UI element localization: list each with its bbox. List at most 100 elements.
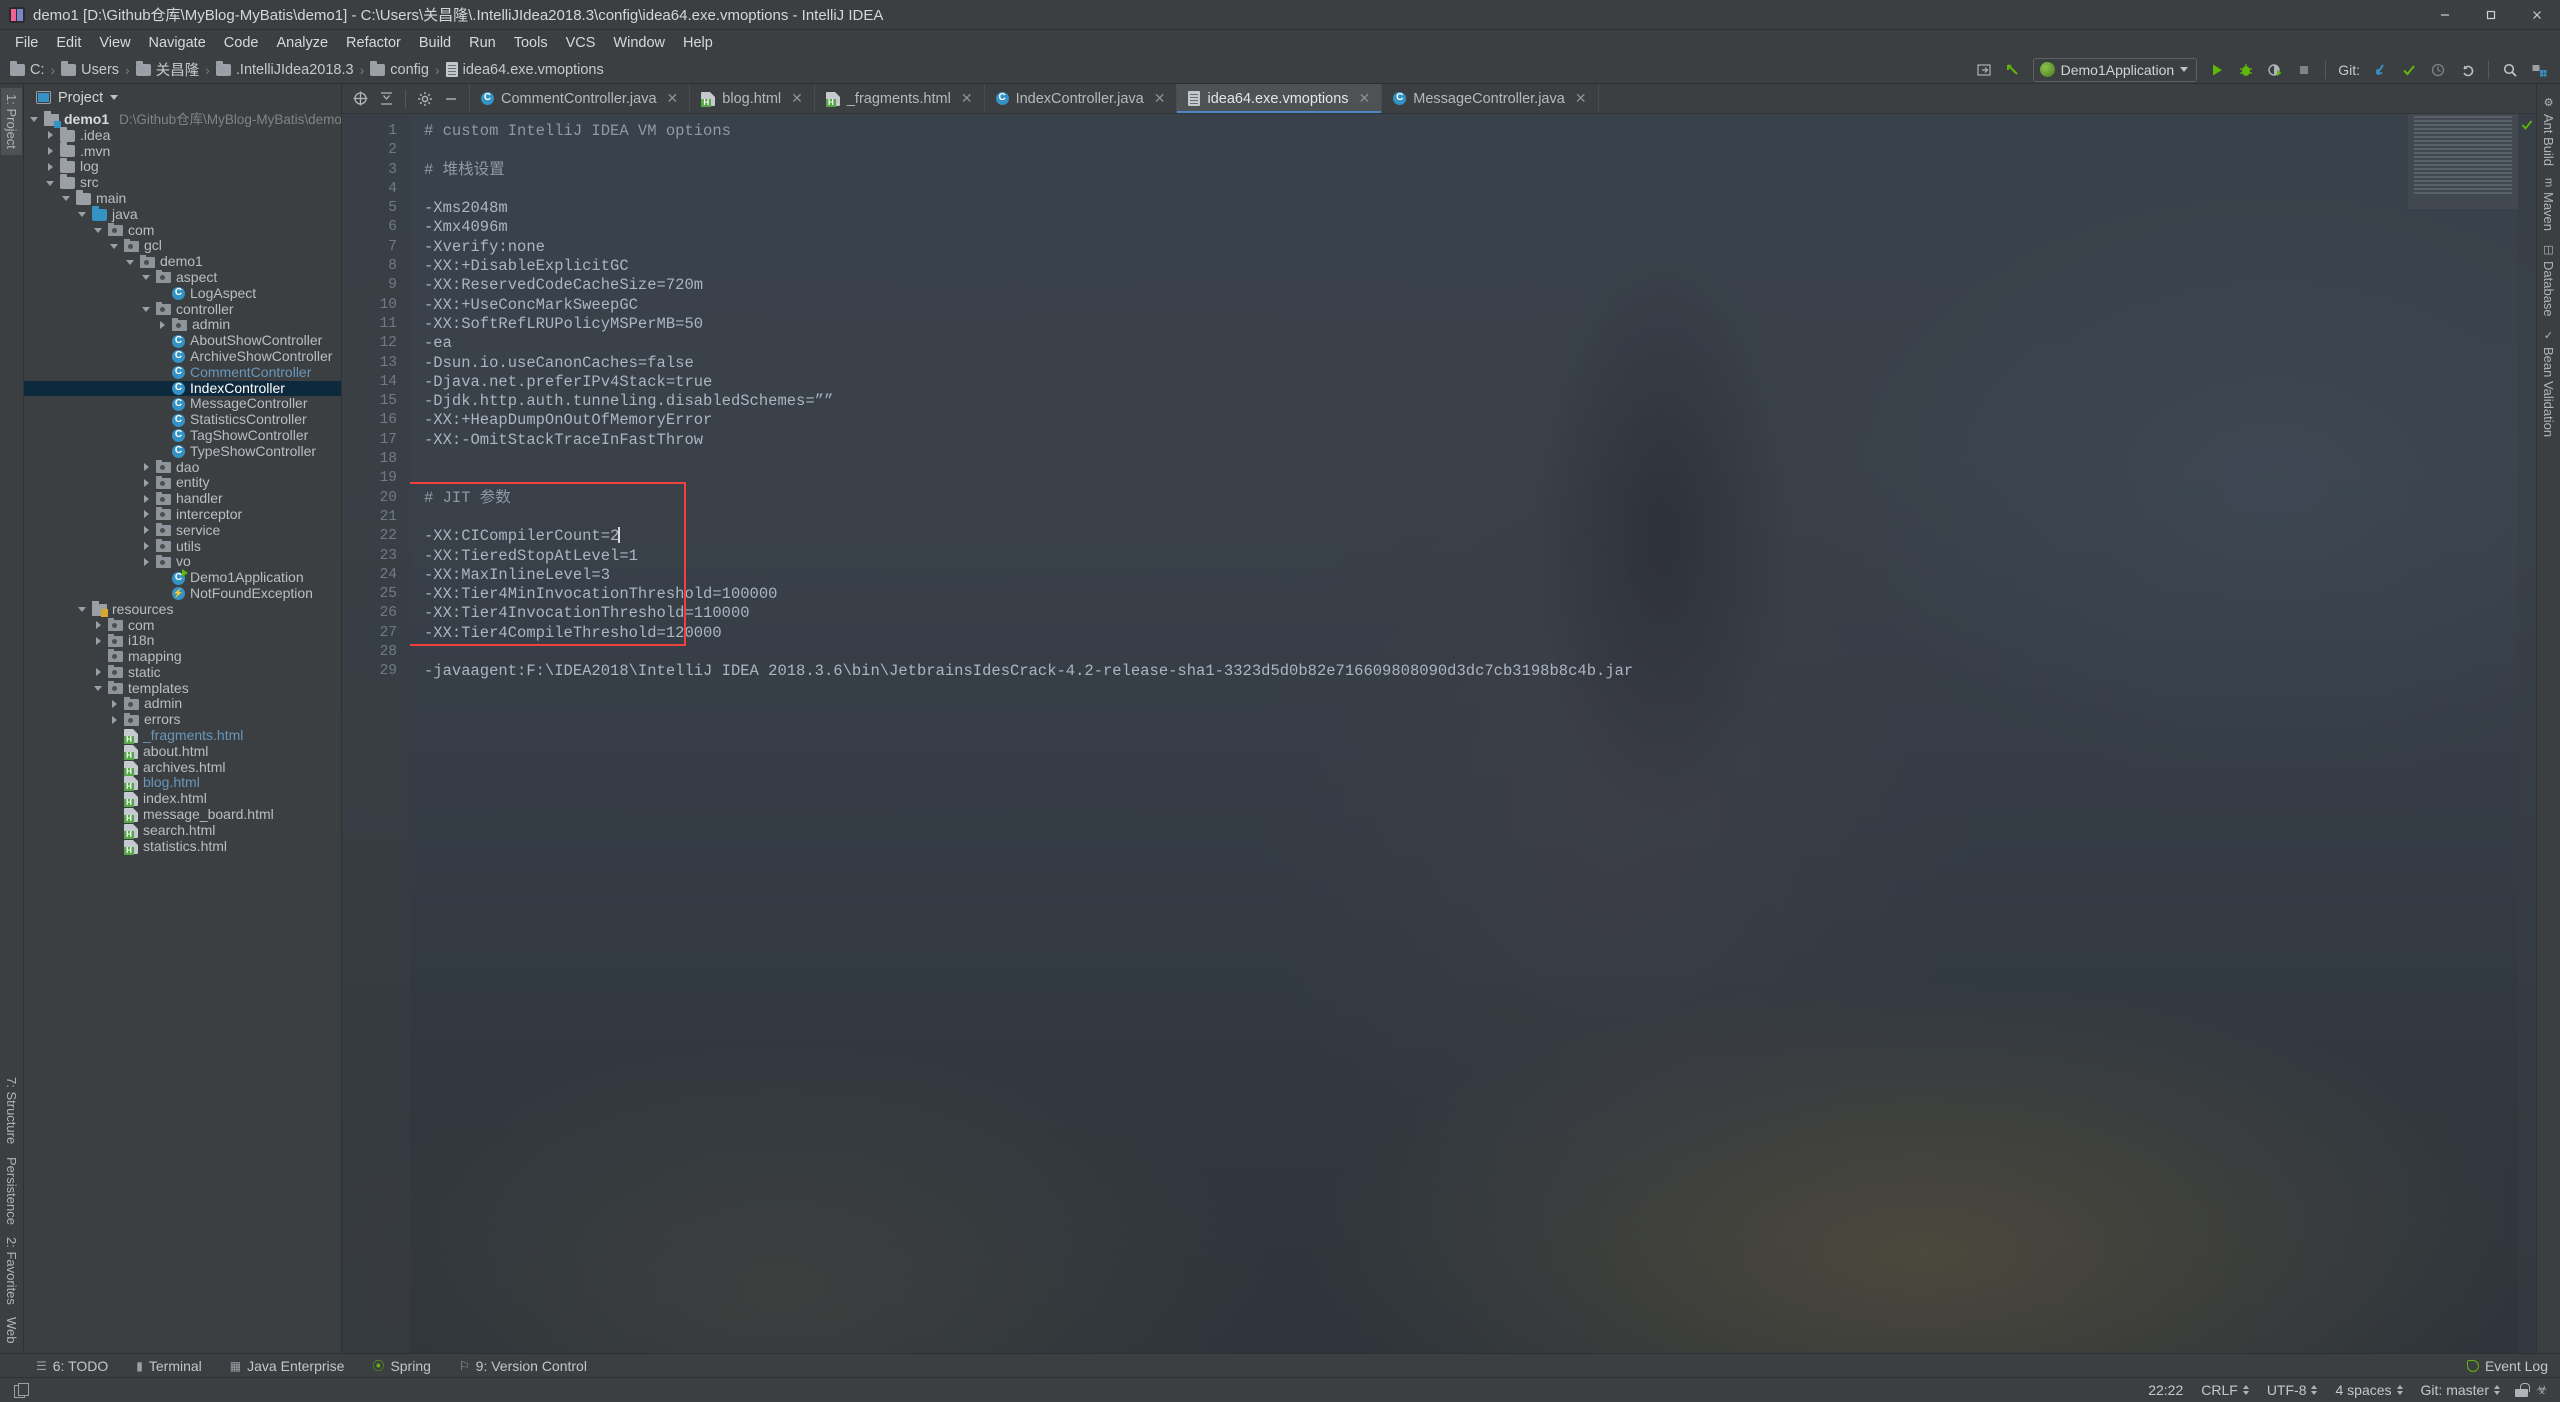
chevron-down-icon[interactable] bbox=[78, 210, 87, 219]
menu-navigate[interactable]: Navigate bbox=[140, 31, 215, 55]
close-button[interactable] bbox=[2514, 0, 2560, 30]
tree-row[interactable]: about.html bbox=[24, 743, 341, 760]
indent-selector[interactable]: 4 spaces bbox=[2326, 1382, 2411, 1398]
breadcrumb-item-vmoptions[interactable]: idea64.exe.vmoptions bbox=[442, 60, 608, 80]
maximize-button[interactable] bbox=[2468, 0, 2514, 30]
breadcrumb-item-config[interactable]: config bbox=[366, 60, 433, 80]
chevron-right-icon[interactable] bbox=[110, 699, 119, 709]
breadcrumb-item-c[interactable]: C: bbox=[6, 60, 49, 80]
tree-row[interactable]: templates bbox=[24, 680, 341, 697]
unlocked-icon[interactable] bbox=[2515, 1383, 2530, 1397]
tree-row[interactable]: ArchiveShowController bbox=[24, 348, 341, 365]
chevron-right-icon[interactable] bbox=[142, 494, 151, 504]
tree-row[interactable]: _fragments.html bbox=[24, 727, 341, 744]
breadcrumb-item-idea-config-root[interactable]: .IntelliJIdea2018.3 bbox=[212, 60, 358, 80]
git-update-project-button[interactable] bbox=[2367, 58, 2393, 82]
code-line[interactable]: # custom IntelliJ IDEA VM options bbox=[424, 122, 2518, 141]
tree-row[interactable]: .mvn bbox=[24, 142, 341, 160]
menu-tools[interactable]: Tools bbox=[505, 31, 557, 55]
chevron-right-icon[interactable] bbox=[142, 478, 151, 488]
code-line[interactable] bbox=[424, 508, 2518, 527]
code-line[interactable]: -Xmx4096m bbox=[424, 218, 2518, 237]
tool-window-spring[interactable]: ⦿ Spring bbox=[358, 1355, 444, 1376]
tree-row[interactable]: MessageController bbox=[24, 396, 341, 412]
editor-tab[interactable]: blog.html ✕ bbox=[690, 84, 815, 113]
tree-row[interactable]: blog.html bbox=[24, 775, 341, 792]
code-line[interactable]: -XX:TieredStopAtLevel=1 bbox=[424, 547, 2518, 566]
tree-row[interactable]: demo1 bbox=[24, 253, 341, 270]
tree-row[interactable]: archives.html bbox=[24, 759, 341, 776]
tree-row[interactable]: LogAspect bbox=[24, 285, 341, 302]
run-button[interactable] bbox=[2204, 58, 2230, 82]
code-line[interactable] bbox=[424, 469, 2518, 488]
close-icon[interactable]: ✕ bbox=[791, 90, 803, 107]
close-icon[interactable]: ✕ bbox=[667, 90, 679, 107]
inspector-icon[interactable]: ☣ bbox=[2536, 1383, 2550, 1397]
menu-vcs[interactable]: VCS bbox=[557, 31, 605, 55]
chevron-right-icon[interactable] bbox=[142, 541, 151, 551]
hide-panel-icon[interactable] bbox=[439, 88, 463, 110]
tree-row[interactable]: NotFoundException bbox=[24, 585, 341, 602]
tree-row[interactable]: CommentController bbox=[24, 364, 341, 381]
chevron-down-icon[interactable] bbox=[94, 226, 103, 235]
chevron-down-icon[interactable] bbox=[110, 95, 119, 100]
tree-row[interactable]: i18n bbox=[24, 632, 341, 649]
tree-row[interactable]: service bbox=[24, 522, 341, 539]
chevron-right-icon[interactable] bbox=[46, 162, 55, 172]
tree-row[interactable]: mapping bbox=[24, 648, 341, 665]
tree-row[interactable]: TagShowController bbox=[24, 427, 341, 444]
editor-tab[interactable]: IndexController.java ✕ bbox=[985, 84, 1178, 113]
code-line[interactable]: -XX:-OmitStackTraceInFastThrow bbox=[424, 431, 2518, 450]
chevron-right-icon[interactable] bbox=[94, 620, 103, 630]
tree-row[interactable]: handler bbox=[24, 490, 341, 507]
code-line[interactable]: -XX:SoftRefLRUPolicyMSPerMB=50 bbox=[424, 315, 2518, 334]
chevron-right-icon[interactable] bbox=[142, 462, 151, 472]
tree-row[interactable]: .idea bbox=[24, 126, 341, 144]
menu-window[interactable]: Window bbox=[604, 31, 674, 55]
tree-row[interactable]: StatisticsController bbox=[24, 411, 341, 428]
code-line[interactable]: -ea bbox=[424, 334, 2518, 353]
chevron-down-icon[interactable] bbox=[46, 179, 55, 188]
tool-window-terminal[interactable]: ▮ Terminal bbox=[122, 1356, 216, 1376]
chevron-down-icon[interactable] bbox=[62, 194, 71, 203]
tree-row[interactable]: index.html bbox=[24, 790, 341, 808]
tree-row[interactable]: admin bbox=[24, 317, 341, 333]
tool-window-persistence[interactable]: Persistence bbox=[1, 1151, 22, 1231]
code-line[interactable]: -XX:+UseConcMarkSweepGC bbox=[424, 296, 2518, 315]
code-line[interactable]: -Djdk.http.auth.tunneling.disabledScheme… bbox=[424, 392, 2518, 411]
close-icon[interactable]: ✕ bbox=[1575, 90, 1587, 107]
chevron-down-icon[interactable] bbox=[126, 258, 135, 267]
chevron-right-icon[interactable] bbox=[46, 131, 55, 140]
tree-row[interactable]: errors bbox=[24, 711, 341, 728]
tree-row[interactable]: gcl bbox=[24, 238, 341, 254]
run-configuration-selector[interactable]: Demo1Application bbox=[2032, 57, 2198, 82]
minimize-button[interactable] bbox=[2422, 0, 2468, 30]
git-branch-widget[interactable]: Git: master bbox=[2412, 1382, 2509, 1398]
code-line[interactable]: -javaagent:F:\IDEA2018\IntelliJ IDEA 201… bbox=[424, 662, 2518, 681]
code-line[interactable]: -XX:+HeapDumpOnOutOfMemoryError bbox=[424, 411, 2518, 430]
inspection-marker-strip[interactable] bbox=[2518, 114, 2536, 1353]
menu-file[interactable]: File bbox=[6, 31, 47, 55]
tree-row[interactable]: utils bbox=[24, 538, 341, 555]
tree-row[interactable]: src bbox=[24, 174, 341, 191]
tree-row[interactable]: AboutShowController bbox=[24, 332, 341, 349]
project-tree[interactable]: demo1 D:\Github仓库\MyBlog-MyBatis\demo1 .id… bbox=[24, 111, 341, 1353]
tree-row[interactable]: message_board.html bbox=[24, 806, 341, 823]
project-structure-button[interactable] bbox=[2526, 58, 2552, 82]
tool-window-maven[interactable]: m Maven bbox=[2538, 172, 2559, 237]
code-line[interactable] bbox=[424, 141, 2518, 160]
git-history-button[interactable] bbox=[2425, 58, 2451, 82]
chevron-right-icon[interactable] bbox=[142, 510, 151, 519]
close-icon[interactable]: ✕ bbox=[1154, 90, 1166, 107]
code-line[interactable]: # 堆栈设置 bbox=[424, 161, 2518, 180]
editor-tab[interactable]: _fragments.html ✕ bbox=[815, 84, 985, 113]
chevron-down-icon[interactable] bbox=[110, 242, 119, 251]
chevron-right-icon[interactable] bbox=[94, 636, 103, 646]
collapse-all-icon[interactable] bbox=[374, 88, 398, 110]
tool-window-web[interactable]: Web bbox=[1, 1311, 22, 1350]
tree-row[interactable]: aspect bbox=[24, 269, 341, 286]
chevron-right-icon[interactable] bbox=[142, 557, 151, 567]
editor-tab[interactable]: idea64.exe.vmoptions ✕ bbox=[1177, 84, 1383, 113]
search-everywhere-button[interactable] bbox=[2497, 58, 2523, 82]
code-line[interactable] bbox=[424, 643, 2518, 662]
